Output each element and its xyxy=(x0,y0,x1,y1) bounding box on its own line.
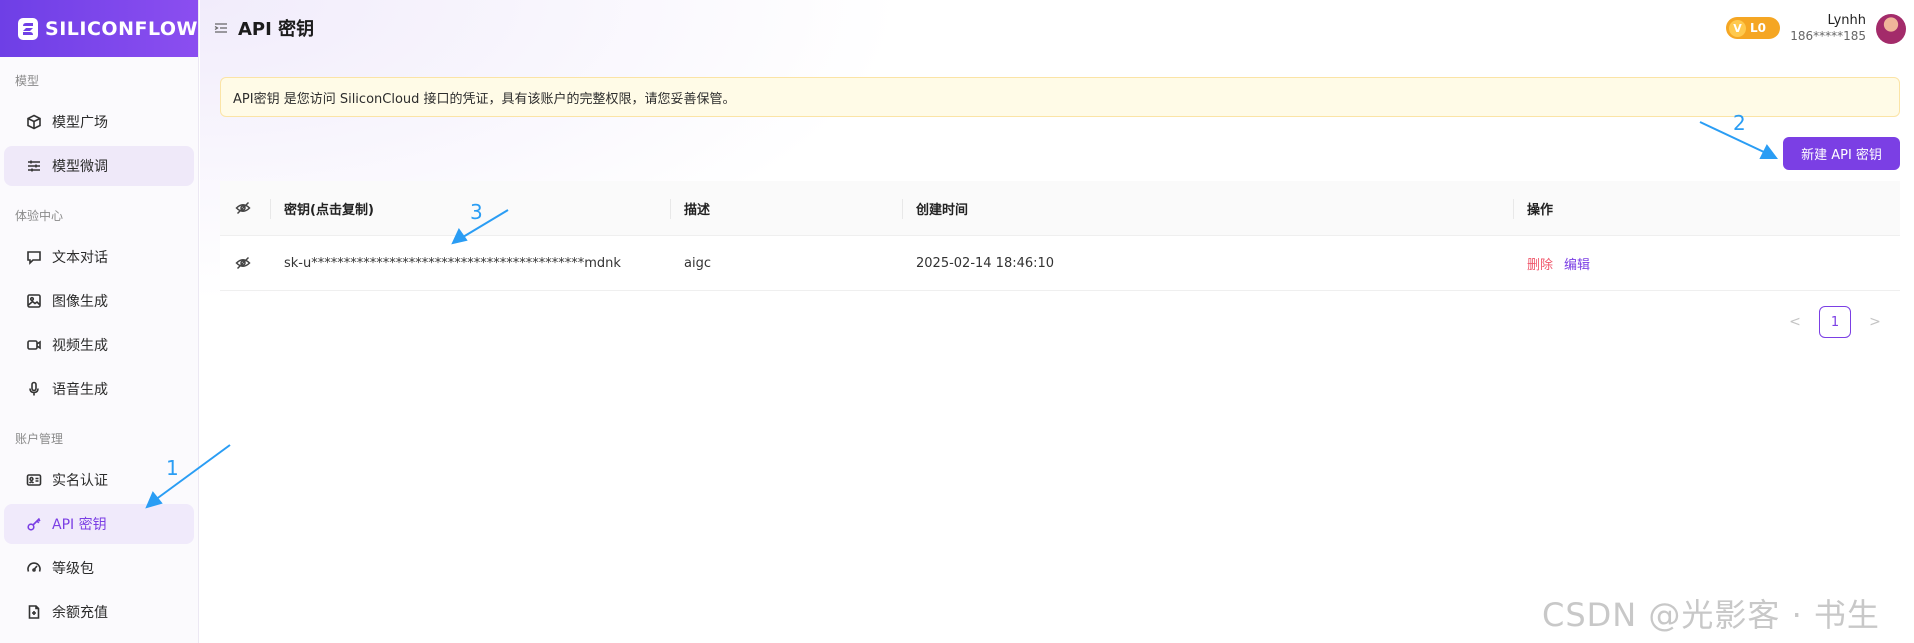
sidebar-item-label: 图像生成 xyxy=(52,294,108,310)
api-key-created: 2025-02-14 18:46:10 xyxy=(916,255,1055,271)
user-name-text: Lynhh xyxy=(1827,13,1866,28)
sidebar-item-level-pack[interactable]: 等级包 xyxy=(4,548,194,588)
eye-off-icon xyxy=(235,201,251,215)
column-header-created: 创建时间 xyxy=(902,181,1513,235)
menu-collapse-icon[interactable] xyxy=(214,21,228,35)
api-key-table: 密钥(点击复制) 描述 创建时间 操作 sk-u****************… xyxy=(220,181,1900,291)
prev-page-button[interactable]: < xyxy=(1785,314,1805,330)
edit-link[interactable]: 编辑 xyxy=(1564,254,1590,273)
column-header-desc: 描述 xyxy=(670,181,902,235)
new-api-key-button[interactable]: 新建 API 密钥 xyxy=(1783,137,1900,170)
api-key-desc: aigc xyxy=(684,255,711,271)
sidebar-item-model-finetune[interactable]: 模型微调 xyxy=(4,146,194,186)
sliders-icon xyxy=(28,160,40,172)
sidebar-item-model-square[interactable]: 模型广场 xyxy=(4,102,194,142)
key-icon xyxy=(27,517,41,531)
sidebar-item-label: 语音生成 xyxy=(52,382,108,398)
sidebar-item-label: 视频生成 xyxy=(52,338,108,354)
sidebar-item-text-chat[interactable]: 文本对话 xyxy=(4,237,194,277)
sidebar-item-label: API 密钥 xyxy=(52,517,107,533)
sidebar-item-label: 文本对话 xyxy=(52,250,108,266)
chat-icon xyxy=(27,251,41,265)
sidebar-item-label: 实名认证 xyxy=(52,473,108,489)
cube-icon xyxy=(27,114,41,130)
toggle-visibility-all[interactable] xyxy=(220,181,270,235)
api-key-value[interactable]: sk-u************************************… xyxy=(270,236,670,290)
nav-section-model: 模型 xyxy=(15,73,40,88)
sidebar-item-video-gen[interactable]: 视频生成 xyxy=(4,325,194,365)
pagination: < 1 > xyxy=(1785,306,1885,338)
annotation-label-2: 2 xyxy=(1733,111,1746,135)
recharge-icon xyxy=(28,605,40,619)
sidebar-item-label: 余额充值 xyxy=(52,605,108,621)
gauge-icon xyxy=(27,562,41,572)
sidebar-item-label: 模型微调 xyxy=(52,159,108,175)
eye-off-icon xyxy=(235,256,251,270)
video-icon xyxy=(27,340,41,350)
siliconflow-logo-icon xyxy=(18,17,39,40)
mic-icon xyxy=(29,381,39,396)
alert-text: API密钥 是您访问 SiliconCloud 接口的凭证，具有该账户的完整权限… xyxy=(233,91,736,107)
row-actions: 删除 编辑 xyxy=(1513,236,1900,290)
delete-link[interactable]: 删除 xyxy=(1527,254,1553,273)
sidebar-item-label: 等级包 xyxy=(52,561,94,577)
id-card-icon xyxy=(26,474,42,486)
user-phone: 186*****185 xyxy=(1790,29,1866,43)
info-alert: API密钥 是您访问 SiliconCloud 接口的凭证，具有该账户的完整权限… xyxy=(220,77,1900,117)
nav-section-account: 账户管理 xyxy=(15,431,64,446)
sidebar-item-label: 模型广场 xyxy=(52,115,108,131)
annotation-label-1: 1 xyxy=(166,456,179,480)
main-content: API 密钥 V L0 Lynhh 186*****185 API密钥 是您访问… xyxy=(200,0,1914,643)
page-number-1[interactable]: 1 xyxy=(1819,306,1851,338)
sidebar-item-image-gen[interactable]: 图像生成 xyxy=(4,281,194,321)
column-header-actions: 操作 xyxy=(1513,181,1900,235)
sidebar-item-recharge[interactable]: 余额充值 xyxy=(4,592,194,632)
annotation-label-3: 3 xyxy=(470,200,483,224)
sidebar: SILICONFLOW 模型 模型广场 模型微调 体验中心 文本对话 图像生成 … xyxy=(0,0,199,643)
nav-section-experience: 体验中心 xyxy=(15,208,64,223)
brand-logo[interactable]: SILICONFLOW xyxy=(0,0,198,57)
next-page-button[interactable]: > xyxy=(1865,314,1885,330)
table-row: sk-u************************************… xyxy=(220,236,1900,291)
avatar[interactable] xyxy=(1876,14,1906,44)
toggle-visibility-row[interactable] xyxy=(220,236,270,290)
header: API 密钥 V L0 Lynhh 186*****185 xyxy=(200,0,1914,57)
sidebar-item-voice-gen[interactable]: 语音生成 xyxy=(4,369,194,409)
vip-icon: V xyxy=(1729,19,1746,37)
sidebar-item-api-keys[interactable]: API 密钥 xyxy=(4,504,194,544)
watermark: CSDN @光影客 · 书生 xyxy=(1542,596,1880,634)
brand-name: SILICONFLOW xyxy=(45,17,198,40)
image-icon xyxy=(27,294,41,308)
page-title: API 密钥 xyxy=(238,19,315,40)
